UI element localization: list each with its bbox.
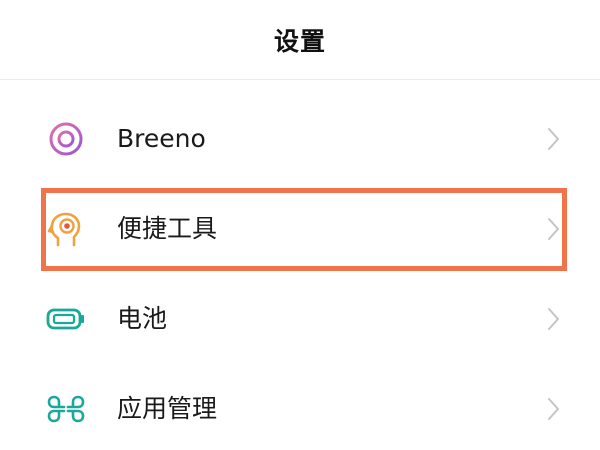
settings-screen: 设置 Breeno 便捷工具 电池 应用管理 (0, 0, 600, 450)
settings-item-convenience-tools[interactable]: 便捷工具 (0, 185, 600, 273)
chevron-right-icon (543, 215, 563, 243)
settings-item-label: 电池 (117, 304, 168, 333)
settings-item-label: Breeno (117, 124, 206, 153)
header-bar: 设置 (0, 0, 600, 80)
settings-item-battery[interactable]: 电池 (0, 275, 600, 363)
settings-item-breeno[interactable]: Breeno (0, 95, 600, 183)
breeno-ring-icon (44, 117, 88, 161)
chevron-right-icon (543, 395, 563, 423)
head-profile-icon (44, 207, 88, 251)
app-grid-icon (44, 387, 88, 431)
settings-item-app-management[interactable]: 应用管理 (0, 365, 600, 450)
chevron-right-icon (543, 305, 563, 333)
page-title: 设置 (273, 27, 326, 56)
settings-item-label: 便捷工具 (117, 214, 218, 243)
chevron-right-icon (543, 125, 563, 153)
battery-icon (44, 297, 88, 341)
settings-item-label: 应用管理 (117, 394, 218, 423)
